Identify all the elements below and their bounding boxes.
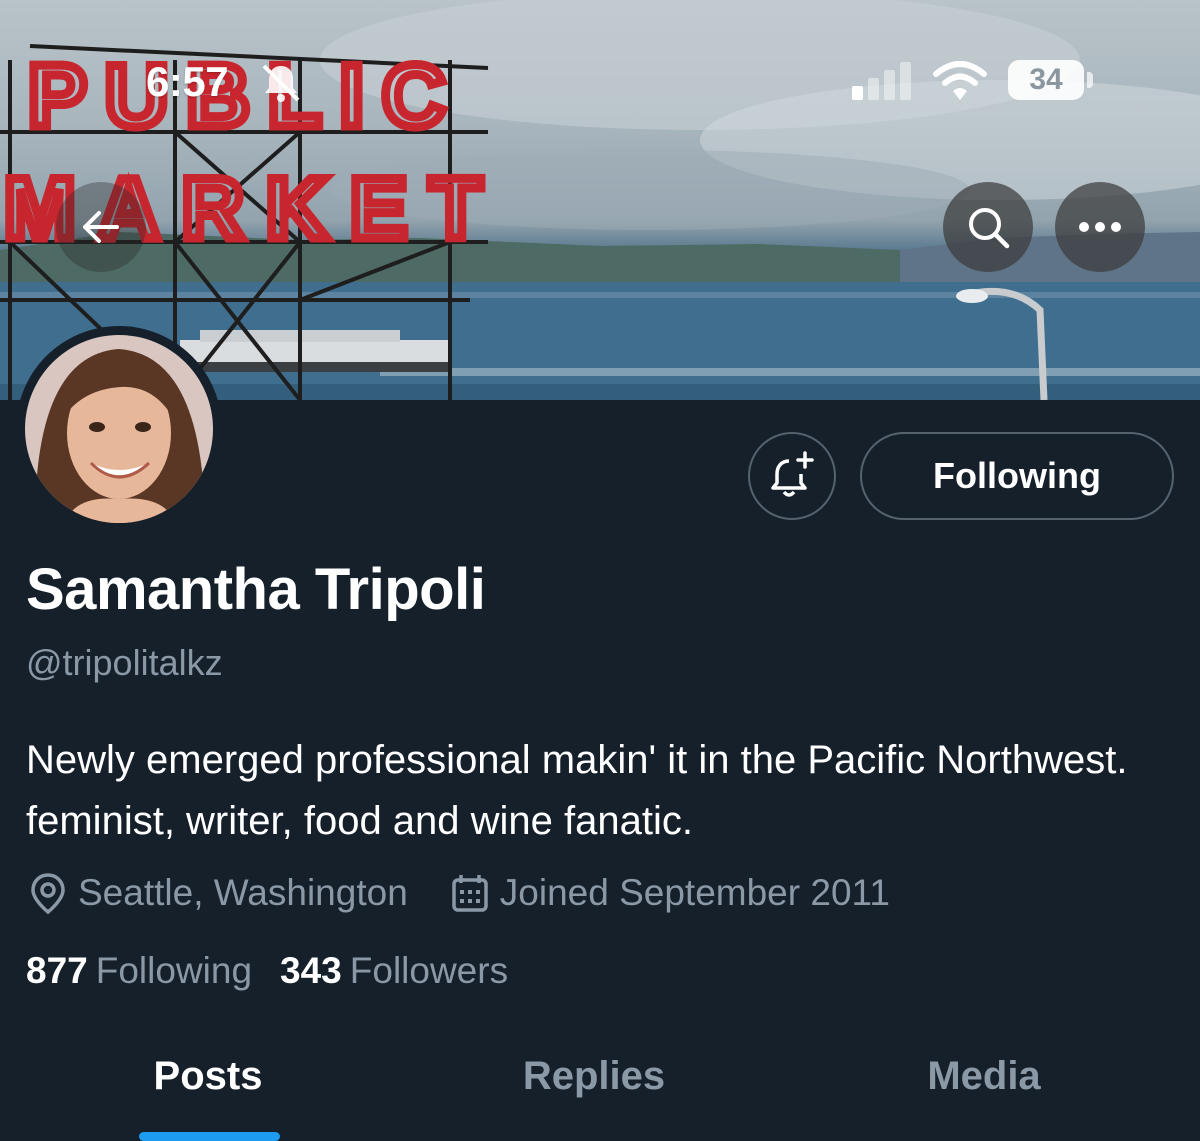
profile-joined-text: Joined September 2011 (499, 872, 890, 913)
follow-counts: 877 Following 343 Followers (26, 950, 536, 992)
calendar-icon (452, 875, 488, 912)
profile-banner[interactable]: PUBLIC MARKET 6:57 34 (0, 0, 1200, 400)
followers-count-label[interactable]: Followers (350, 950, 508, 992)
more-options-button[interactable] (1055, 182, 1145, 272)
avatar-image (25, 335, 213, 523)
following-count-label[interactable]: Following (96, 950, 252, 992)
battery-level: 34 (1029, 63, 1063, 96)
avatar[interactable] (16, 326, 222, 532)
profile-bio: Newly emerged professional makin' it in … (26, 738, 1128, 843)
search-icon (969, 208, 1010, 249)
bell-plus-icon (771, 451, 814, 497)
profile-location-text: Seattle, Washington (78, 872, 408, 913)
profile-joined: Joined September 2011 (450, 872, 890, 914)
cellular-signal-icon (852, 62, 911, 100)
active-tab-indicator (139, 1132, 280, 1141)
tab-media[interactable]: Media (927, 1054, 1040, 1099)
search-button[interactable] (943, 182, 1033, 272)
bell-slash-icon (262, 64, 300, 102)
status-time: 6:57 (146, 58, 229, 105)
profile-meta: Seattle, Washington Joined September 201… (28, 866, 890, 920)
tab-posts[interactable]: Posts (154, 1054, 263, 1099)
arrow-left-icon (83, 211, 119, 243)
profile-display-name: Samantha Tripoli (26, 557, 486, 622)
wifi-icon (933, 61, 987, 100)
following-count[interactable]: 877 (26, 950, 88, 992)
location-pin-icon (31, 873, 65, 915)
battery-icon: 34 (1008, 60, 1084, 100)
followers-count[interactable]: 343 (280, 950, 342, 992)
profile-handle: @tripolitalkz (26, 642, 223, 683)
profile-page: PUBLIC MARKET 6:57 34 Following Samantha… (0, 0, 1200, 1141)
tab-replies[interactable]: Replies (523, 1054, 665, 1099)
more-horizontal-icon (1079, 222, 1121, 232)
profile-location: Seattle, Washington (28, 871, 408, 915)
notifications-button[interactable] (748, 432, 836, 520)
following-button[interactable]: Following (860, 432, 1174, 520)
banner-sign-line1: PUBLIC (28, 46, 464, 145)
battery-tip (1087, 72, 1093, 88)
back-button[interactable] (56, 182, 146, 272)
